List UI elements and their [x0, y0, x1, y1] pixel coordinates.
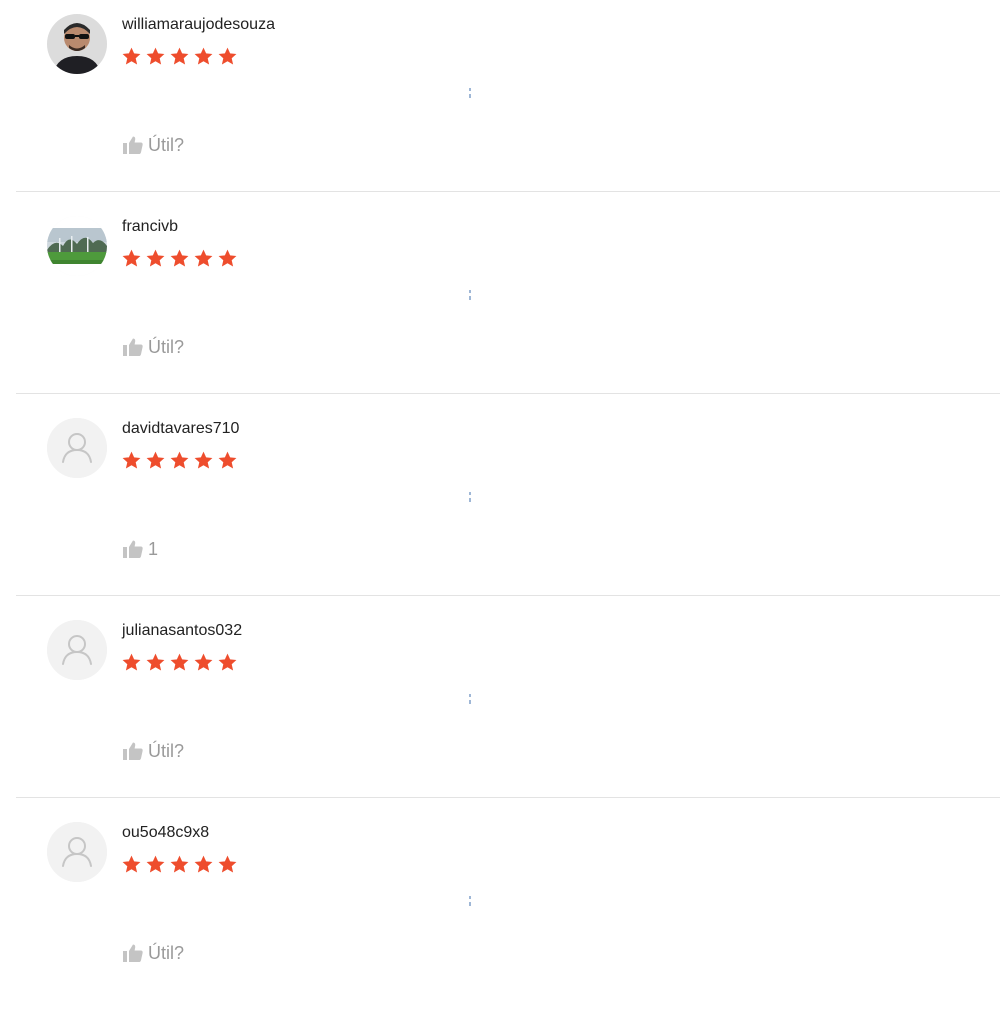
star-icon — [169, 854, 190, 875]
divider — [16, 191, 1000, 192]
helpful-button[interactable]: Útil? — [122, 942, 184, 964]
star-icon — [121, 248, 142, 269]
thumbs-up-icon — [122, 943, 144, 963]
username: francivb — [122, 218, 179, 235]
thumbs-up-icon — [122, 135, 144, 155]
username: julianasantos032 — [122, 622, 243, 639]
loading-indicator — [469, 896, 471, 906]
loading-indicator — [469, 290, 471, 300]
divider — [16, 797, 1000, 798]
star-icon — [145, 450, 166, 471]
star-icon — [145, 46, 166, 67]
helpful-label: Útil? — [148, 337, 185, 357]
star-icon — [217, 46, 238, 67]
review-list: williamaraujodesouza Útil? francivb Útil… — [0, 0, 1000, 1010]
thumbs-up-icon — [122, 337, 144, 357]
username: williamaraujodesouza — [122, 16, 275, 33]
helpful-button[interactable]: Útil? — [122, 740, 184, 762]
review-item: francivb Útil? — [0, 202, 1000, 404]
avatar[interactable] — [47, 620, 107, 680]
star-icon — [145, 854, 166, 875]
star-icon — [193, 652, 214, 673]
default-user-icon — [47, 620, 107, 680]
review-item: ou5o48c9x8 Útil? — [0, 808, 1000, 1010]
star-rating — [121, 46, 238, 70]
avatar[interactable] — [47, 216, 107, 276]
star-rating — [121, 652, 238, 676]
star-rating — [121, 248, 238, 272]
star-icon — [169, 248, 190, 269]
review-item: williamaraujodesouza Útil? — [0, 0, 1000, 202]
star-icon — [169, 46, 190, 67]
thumbs-up-icon — [122, 539, 144, 559]
user-photo-icon — [47, 14, 107, 74]
username: davidtavares710 — [122, 420, 240, 437]
star-icon — [217, 450, 238, 471]
star-rating — [121, 854, 238, 878]
star-icon — [217, 854, 238, 875]
star-icon — [169, 652, 190, 673]
divider — [16, 393, 1000, 394]
review-item: davidtavares710 1 — [0, 404, 1000, 606]
star-rating — [121, 450, 238, 474]
helpful-label: Útil? — [148, 135, 185, 155]
star-icon — [145, 248, 166, 269]
star-icon — [217, 652, 238, 673]
star-icon — [217, 248, 238, 269]
star-icon — [193, 854, 214, 875]
default-user-icon — [47, 418, 107, 478]
helpful-button[interactable]: Útil? — [122, 336, 184, 358]
divider — [16, 595, 1000, 596]
loading-indicator — [469, 88, 471, 98]
star-icon — [121, 854, 142, 875]
loading-indicator — [469, 694, 471, 704]
loading-indicator — [469, 492, 471, 502]
avatar[interactable] — [47, 14, 107, 74]
review-item: julianasantos032 Útil? — [0, 606, 1000, 808]
star-icon — [193, 450, 214, 471]
star-icon — [193, 248, 214, 269]
helpful-label: Útil? — [148, 943, 185, 963]
username: ou5o48c9x8 — [122, 824, 210, 841]
user-photo-icon — [47, 216, 107, 276]
star-icon — [121, 450, 142, 471]
helpful-label: Útil? — [148, 741, 185, 761]
star-icon — [121, 46, 142, 67]
helpful-button[interactable]: Útil? — [122, 134, 184, 156]
helpful-button[interactable]: 1 — [122, 538, 158, 560]
star-icon — [145, 652, 166, 673]
star-icon — [193, 46, 214, 67]
avatar[interactable] — [47, 418, 107, 478]
thumbs-up-icon — [122, 741, 144, 761]
star-icon — [121, 652, 142, 673]
default-user-icon — [47, 822, 107, 882]
avatar[interactable] — [47, 822, 107, 882]
helpful-count: 1 — [148, 539, 159, 559]
star-icon — [169, 450, 190, 471]
